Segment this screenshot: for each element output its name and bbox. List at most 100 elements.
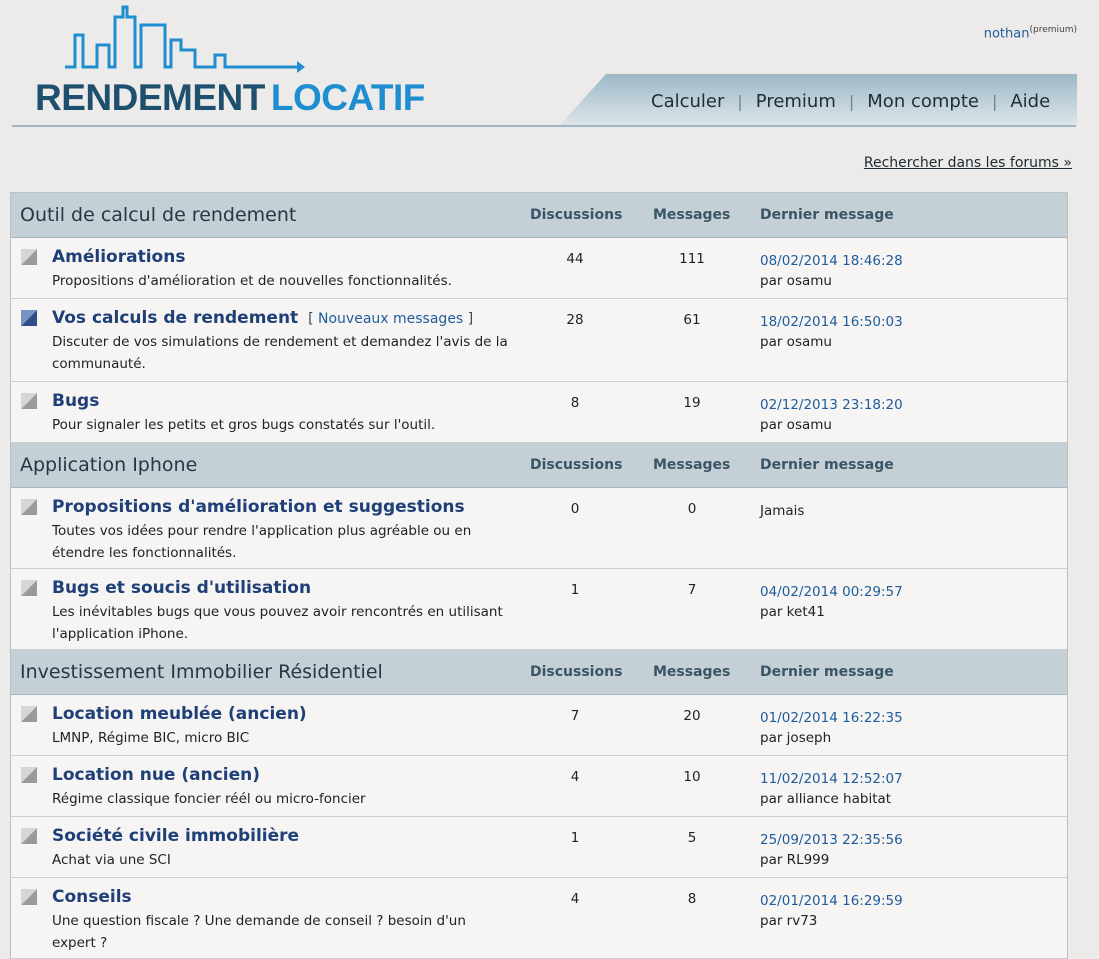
last-message-author: par rv73 xyxy=(760,913,818,929)
forum-row: Vos calculs de rendement [ Nouveaux mess… xyxy=(11,299,1067,382)
forum-description: Propositions d'amélioration et de nouvel… xyxy=(52,273,452,289)
category-header: Application Iphone Discussions Messages … xyxy=(11,443,1067,488)
nav-calculer[interactable]: Calculer xyxy=(638,91,737,112)
last-message-date[interactable]: 01/02/2014 16:22:35 xyxy=(760,708,903,728)
col-discussions: Discussions xyxy=(530,664,623,680)
forum-read-icon xyxy=(21,706,37,722)
last-message-author: par joseph xyxy=(760,730,832,746)
col-discussions: Discussions xyxy=(530,457,623,473)
last-message-author: par alliance habitat xyxy=(760,791,892,807)
nav-items: Calculer | Premium | Mon compte | Aide xyxy=(638,91,1063,112)
forum-messages-count: 111 xyxy=(679,251,705,267)
last-message-date[interactable]: 11/02/2014 12:52:07 xyxy=(760,769,903,789)
forum-discussions-count: 8 xyxy=(570,395,580,411)
last-message-date[interactable]: 04/02/2014 00:29:57 xyxy=(760,582,903,602)
forum-title[interactable]: Location meublée (ancien) xyxy=(52,704,307,724)
forum-title[interactable]: Améliorations xyxy=(52,247,185,267)
last-message-author: par osamu xyxy=(760,273,832,289)
logo-word-1: RENDEMENT xyxy=(35,77,265,118)
forum-messages-count: 7 xyxy=(687,582,697,598)
new-messages-link[interactable]: Nouveaux messages xyxy=(318,311,463,327)
user-link[interactable]: nothan(premium) xyxy=(984,25,1077,41)
premium-badge: (premium) xyxy=(1029,25,1077,35)
col-last-message: Dernier message xyxy=(760,664,894,680)
forum-messages-count: 5 xyxy=(687,830,697,846)
forum-read-icon xyxy=(21,889,37,905)
forum-read-icon xyxy=(21,580,37,596)
forum-list: Outil de calcul de rendement Discussions… xyxy=(10,192,1068,959)
nav-premium[interactable]: Premium xyxy=(743,91,849,112)
forum-title[interactable]: Bugs xyxy=(52,391,99,411)
forum-row: Bugs Pour signaler les petits et gros bu… xyxy=(11,382,1067,443)
forum-discussions-count: 44 xyxy=(566,251,584,267)
forum-title[interactable]: Propositions d'amélioration et suggestio… xyxy=(52,497,465,517)
forum-row: Location nue (ancien) Régime classique f… xyxy=(11,756,1067,817)
forum-messages-count: 19 xyxy=(683,395,701,411)
forum-title[interactable]: Conseils xyxy=(52,887,132,907)
forum-discussions-count: 4 xyxy=(570,769,580,785)
forum-description: Une question fiscale ? Une demande de co… xyxy=(52,913,466,951)
col-messages: Messages xyxy=(653,664,731,680)
forum-read-icon xyxy=(21,828,37,844)
forum-read-icon xyxy=(21,767,37,783)
forum-row: Conseils Une question fiscale ? Une dema… xyxy=(11,878,1067,959)
forum-discussions-count: 4 xyxy=(570,891,580,907)
forum-description: Régime classique foncier réél ou micro-f… xyxy=(52,791,366,807)
bracket-close: ] xyxy=(467,311,474,327)
last-message-never: Jamais xyxy=(760,503,805,519)
logo-wordmark: RENDEMENT LOCATIF xyxy=(35,77,425,119)
bracket-open: [ xyxy=(308,311,314,327)
forum-read-icon xyxy=(21,249,37,265)
category-title[interactable]: Application Iphone xyxy=(20,454,197,476)
last-message-date[interactable]: 08/02/2014 18:46:28 xyxy=(760,251,903,271)
nav-mon-compte[interactable]: Mon compte xyxy=(854,91,992,112)
forum-description: Pour signaler les petits et gros bugs co… xyxy=(52,417,436,433)
header-divider xyxy=(12,125,1076,127)
col-last-message: Dernier message xyxy=(760,457,894,473)
forum-messages-count: 0 xyxy=(687,501,697,517)
city-skyline-icon xyxy=(65,5,305,73)
last-message-date[interactable]: 02/01/2014 16:29:59 xyxy=(760,891,903,911)
category-header: Outil de calcul de rendement Discussions… xyxy=(11,193,1067,238)
last-message-date[interactable]: 25/09/2013 22:35:56 xyxy=(760,830,903,850)
last-message-author: par osamu xyxy=(760,334,832,350)
main-nav: Calculer | Premium | Mon compte | Aide xyxy=(558,74,1077,127)
nav-aide[interactable]: Aide xyxy=(997,91,1063,112)
forum-last-message: Jamais xyxy=(760,501,804,521)
last-message-author: par ket41 xyxy=(760,604,825,620)
forum-title[interactable]: Bugs et soucis d'utilisation xyxy=(52,578,311,598)
forum-description: Toutes vos idées pour rendre l'applicati… xyxy=(52,523,472,561)
forum-last-message: 02/12/2013 23:18:20 par osamu xyxy=(760,395,903,435)
site-logo[interactable]: RENDEMENT LOCATIF xyxy=(35,5,455,120)
forum-title[interactable]: Vos calculs de rendement xyxy=(52,308,298,328)
site-header: RENDEMENT LOCATIF nothan(premium) Calcule… xyxy=(0,0,1099,130)
col-discussions: Discussions xyxy=(530,207,623,223)
category-title[interactable]: Outil de calcul de rendement xyxy=(20,204,296,226)
forum-description: LMNP, Régime BIC, micro BIC xyxy=(52,730,250,746)
username[interactable]: nothan xyxy=(984,26,1030,41)
forum-last-message: 01/02/2014 16:22:35 par joseph xyxy=(760,708,903,748)
last-message-date[interactable]: 18/02/2014 16:50:03 xyxy=(760,312,903,332)
forum-last-message: 18/02/2014 16:50:03 par osamu xyxy=(760,312,903,352)
forum-last-message: 25/09/2013 22:35:56 par RL999 xyxy=(760,830,903,870)
forum-last-message: 11/02/2014 12:52:07 par alliance habitat xyxy=(760,769,903,809)
forum-title-line: Vos calculs de rendement [ Nouveaux mess… xyxy=(52,308,473,328)
new-messages-tag: [ Nouveaux messages ] xyxy=(308,311,473,327)
forum-messages-count: 8 xyxy=(687,891,697,907)
forum-last-message: 08/02/2014 18:46:28 par osamu xyxy=(760,251,903,291)
forum-last-message: 02/01/2014 16:29:59 par rv73 xyxy=(760,891,903,931)
forum-title[interactable]: Société civile immobilière xyxy=(52,826,299,846)
last-message-date[interactable]: 02/12/2013 23:18:20 xyxy=(760,395,903,415)
last-message-author: par RL999 xyxy=(760,852,830,868)
search-forums-link[interactable]: Rechercher dans les forums » xyxy=(864,155,1072,171)
forum-messages-count: 10 xyxy=(683,769,701,785)
forum-title[interactable]: Location nue (ancien) xyxy=(52,765,260,785)
forum-unread-icon xyxy=(21,310,37,326)
forum-read-icon xyxy=(21,393,37,409)
forum-read-icon xyxy=(21,499,37,515)
category-title[interactable]: Investissement Immobilier Résidentiel xyxy=(20,661,383,683)
category-header: Investissement Immobilier Résidentiel Di… xyxy=(11,650,1067,695)
forum-discussions-count: 28 xyxy=(566,312,584,328)
forum-messages-count: 61 xyxy=(683,312,701,328)
col-messages: Messages xyxy=(653,207,731,223)
